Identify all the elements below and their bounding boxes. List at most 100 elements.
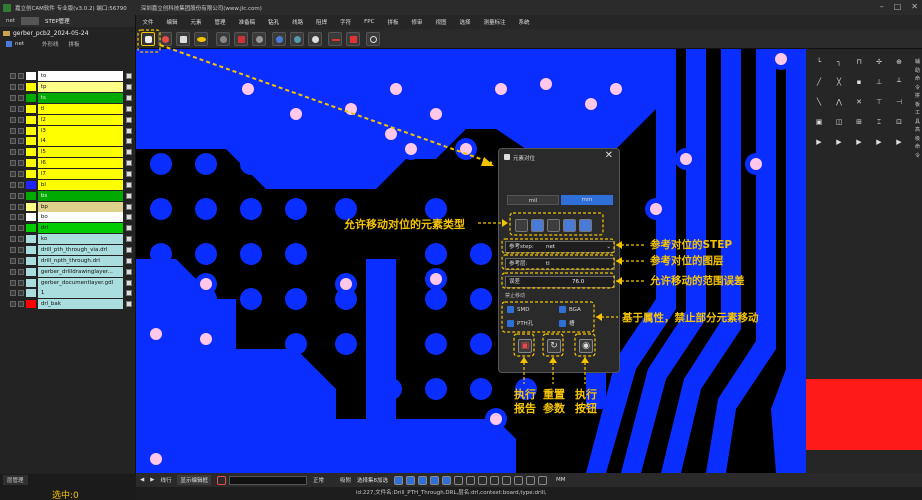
drill-hole[interactable] [460,143,472,155]
drill-hole[interactable] [200,333,212,345]
step-name[interactable]: net [15,41,24,47]
layer-name[interactable]: l3 [37,125,124,136]
layer-color-swatch[interactable] [25,104,36,113]
blue-pad[interactable] [425,243,447,265]
layer-option-box[interactable] [126,160,133,167]
drill-hole[interactable] [200,278,212,290]
layer-option-box[interactable] [126,290,133,297]
command-tool-icon[interactable]: ⊕ [894,57,904,67]
layer-row[interactable]: l7 [10,169,133,180]
layer-name[interactable]: drill_npth_through.drl [37,255,124,266]
ref-step-select[interactable]: 参考step: net ⌄ [505,241,615,253]
layer-name[interactable]: gerber_drilldrawinglayer... [37,266,124,277]
layer-name[interactable]: l4 [37,136,124,147]
layer-row[interactable]: bs [10,190,133,201]
layer-row[interactable]: bp [10,201,133,212]
drill-hole[interactable] [150,328,162,340]
blue-pad[interactable] [240,243,262,265]
layer-visible-checkbox[interactable] [10,95,16,102]
command-tool-icon[interactable]: ⌶ [874,117,884,127]
blue-pad[interactable] [195,98,217,120]
show-edit-box-button[interactable]: 显示编辑框 [177,475,211,485]
measure-tool-icon[interactable] [234,32,248,46]
command-tool-icon[interactable]: ╲ [814,97,824,107]
drill-hole[interactable] [610,83,622,95]
layer-option-box[interactable] [126,181,133,188]
layer-option-box[interactable] [126,236,133,243]
layer-edit-checkbox[interactable] [17,105,24,112]
blue-pad[interactable] [150,198,172,220]
layer-option-box[interactable] [126,214,133,221]
layer-name[interactable]: ts [37,93,124,104]
highlight-icon[interactable] [538,475,548,485]
layer-edit-checkbox[interactable] [17,127,24,134]
arc-filter-icon[interactable] [418,475,428,485]
layer-color-swatch[interactable] [25,115,36,124]
layer-name[interactable]: tp [37,82,124,93]
drill-hole[interactable] [680,153,692,165]
snap-toggle[interactable]: 吸附 [340,476,351,484]
measure-icon[interactable] [514,475,524,485]
menu-edit[interactable]: 编辑 [160,18,184,26]
job-name[interactable]: gerber_pcb2_2024-05-24 [13,30,89,37]
command-tool-icon[interactable]: ⊞ [854,117,864,127]
menu-prepare[interactable]: 准备稿 [232,18,262,26]
layer-edit-checkbox[interactable] [17,203,24,210]
layer-edit-checkbox[interactable] [17,192,24,199]
layer-row[interactable]: drl [10,223,133,234]
layer-edit-checkbox[interactable] [17,181,24,188]
gear-tool-icon[interactable] [308,32,322,46]
back-icon[interactable]: ◀ [140,477,144,483]
layer-visible-checkbox[interactable] [10,181,16,188]
layer-edit-checkbox[interactable] [17,95,24,102]
layer-option-box[interactable] [126,279,133,286]
blue-pad[interactable] [470,288,492,310]
side-tab-char[interactable]: 助 [914,68,921,75]
layer-row[interactable]: gerber_drilldrawinglayer... [10,266,133,277]
mode-select[interactable]: 线行 [160,476,171,484]
layer-name[interactable]: bp [37,201,124,212]
layer-color-swatch[interactable] [25,202,36,211]
layer-visible-checkbox[interactable] [10,105,16,112]
funnel-icon[interactable] [454,475,464,485]
layer-edit-checkbox[interactable] [17,214,24,221]
layer-option-box[interactable] [126,246,133,253]
add-type-icon[interactable] [563,218,576,232]
layer-row[interactable]: to [10,71,133,82]
layer-option-box[interactable] [126,171,133,178]
drill-hole[interactable] [750,158,762,170]
drill-hole[interactable] [775,53,787,65]
side-tab-char[interactable]: 辅 [914,59,921,66]
drill-hole[interactable] [242,83,254,95]
blue-pad[interactable] [240,153,262,175]
blue-pad[interactable] [195,243,217,265]
element-align-tool-icon[interactable] [141,32,155,46]
layer-color-swatch[interactable] [25,256,36,265]
layer-row[interactable]: gerber_documentlayer.gdl [10,277,133,288]
via-tool-icon[interactable] [272,32,286,46]
layer-row[interactable]: tl [10,103,133,115]
layer-color-swatch[interactable] [25,278,36,287]
side-tab-char[interactable]: 工 [914,110,921,117]
layer-name[interactable]: drill_pth_through_via.drl [37,244,124,255]
layer-row[interactable]: drl_bak [10,299,133,310]
blue-pad[interactable] [380,378,402,400]
layer-color-swatch[interactable] [25,83,36,92]
layer-visible-checkbox[interactable] [10,116,16,123]
menu-system[interactable]: 系统 [512,18,536,26]
menu-mask[interactable]: 阻焊 [310,18,334,26]
command-tool-icon[interactable]: ◫ [834,117,844,127]
unit-mm-button[interactable]: mm [561,195,613,205]
layer-option-box[interactable] [126,95,133,102]
blue-pad[interactable] [150,153,172,175]
layer-row[interactable]: l6 [10,158,133,169]
layer-edit-checkbox[interactable] [17,236,24,243]
pad-filter-icon[interactable] [406,475,416,485]
layer-visible-checkbox[interactable] [10,279,16,286]
command-tool-icon[interactable]: ⊡ [894,117,904,127]
side-tab-char[interactable]: 令 [914,153,921,160]
link-tool-icon[interactable] [252,32,266,46]
layer-row[interactable]: l2 [10,114,133,125]
layer-name[interactable]: bo [37,212,124,223]
layer-edit-checkbox[interactable] [17,160,24,167]
